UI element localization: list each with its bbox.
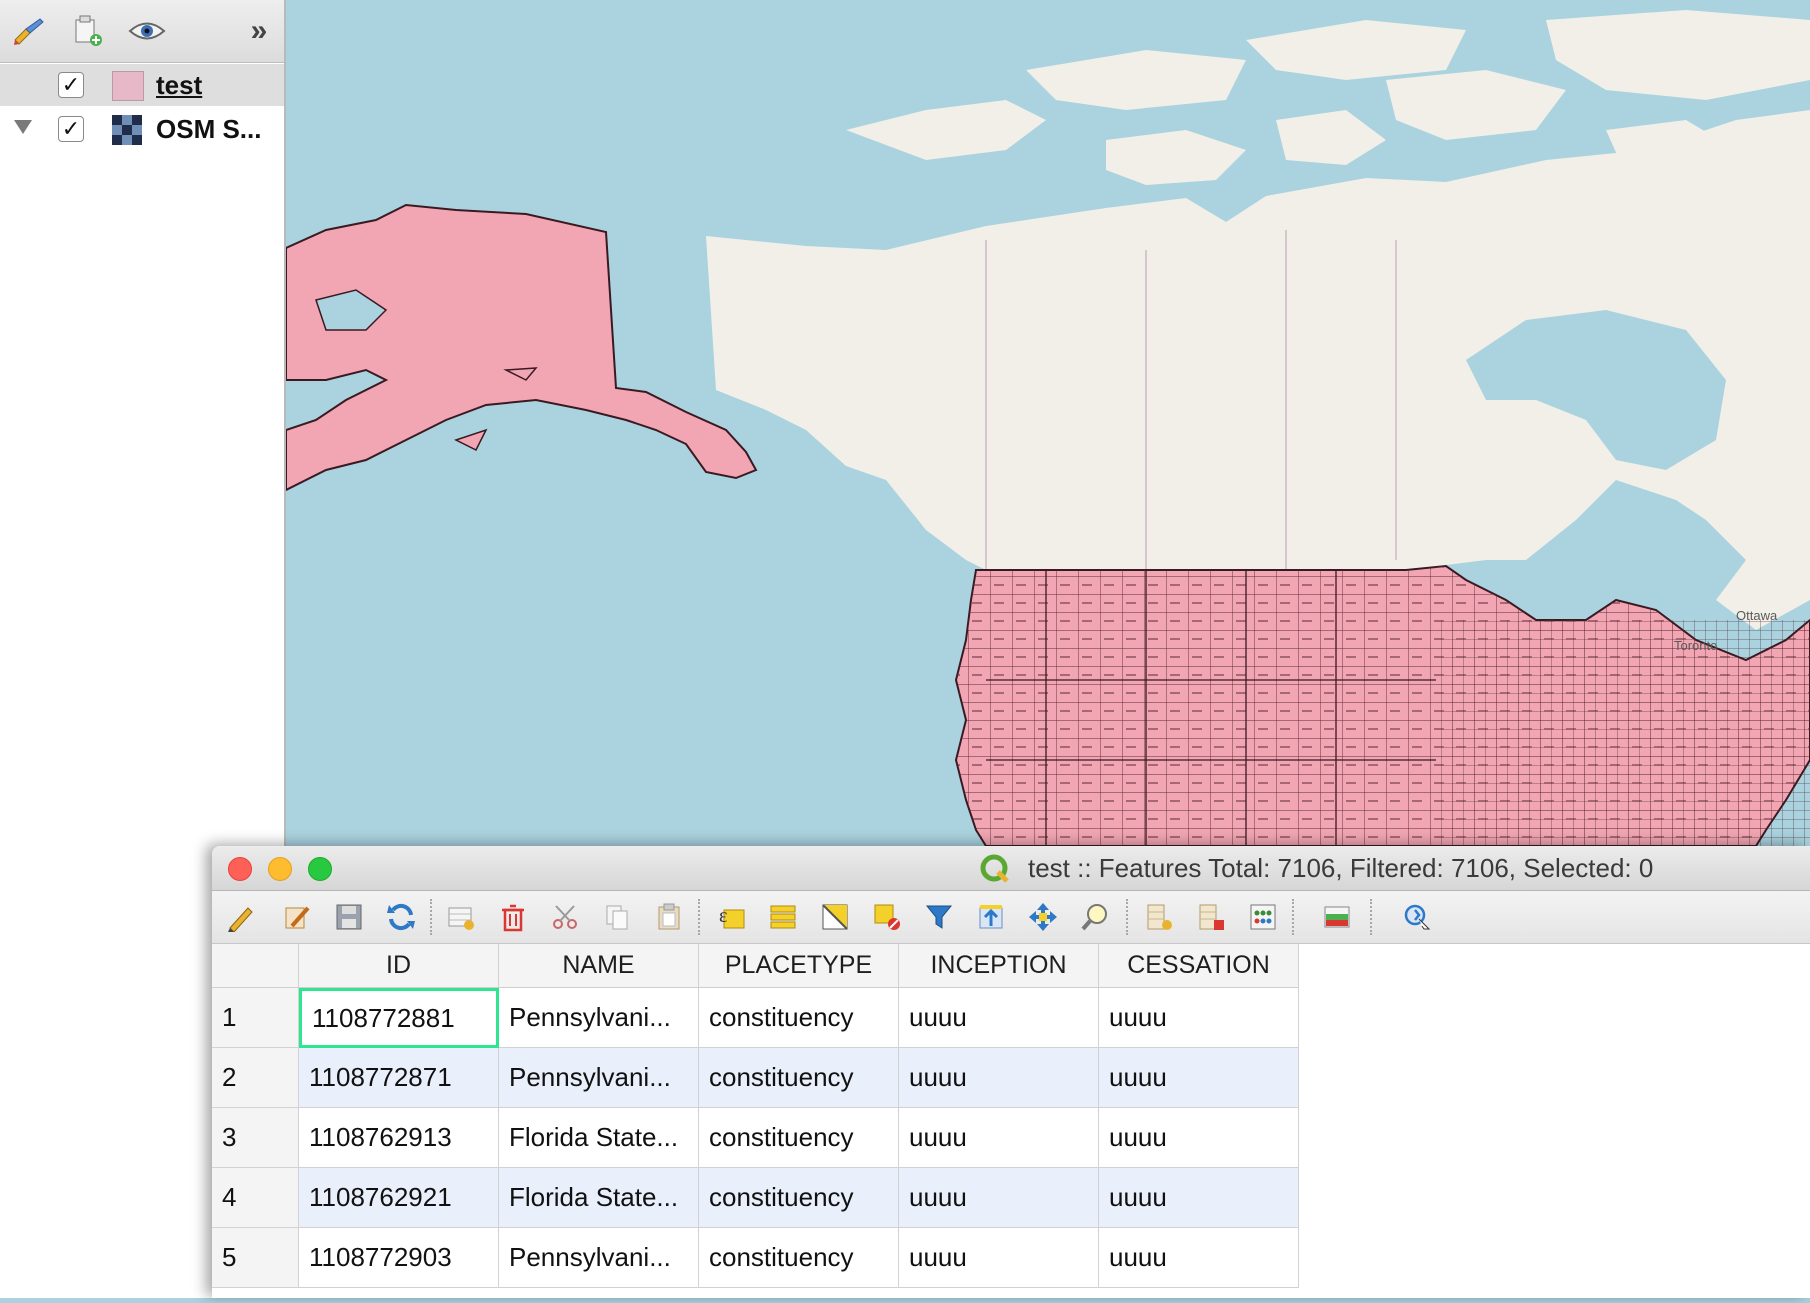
delete-feature-icon[interactable] [494,898,532,936]
row-number[interactable]: 2 [212,1048,299,1108]
table-cell[interactable]: constituency [699,1228,899,1288]
attribute-table-window: test :: Features Total: 7106, Filtered: … [212,846,1810,1298]
reload-icon[interactable] [382,898,420,936]
field-calculator-icon[interactable] [1244,898,1282,936]
column-header-placetype[interactable]: PLACETYPE [699,944,899,988]
table-cell[interactable]: constituency [699,988,899,1048]
expand-arrow-icon[interactable] [14,120,32,134]
table-cell[interactable]: Florida State... [499,1108,699,1168]
attribute-toolbar: ε [212,891,1810,944]
qgis-logo-icon [980,854,1010,889]
layer-row-osm[interactable]: ✓ OSM S... [0,108,284,150]
zoom-window-icon[interactable] [308,857,332,881]
table-cell[interactable]: Pennsylvani... [499,1228,699,1288]
layer-visibility-checkbox[interactable]: ✓ [58,72,84,98]
new-field-icon[interactable] [1140,898,1178,936]
table-cell[interactable]: uuuu [899,1108,1099,1168]
table-cell[interactable]: uuuu [1099,1168,1299,1228]
table-cell[interactable]: Pennsylvani... [499,1048,699,1108]
table-cell[interactable]: uuuu [1099,1048,1299,1108]
table-cell[interactable]: constituency [699,1108,899,1168]
column-header-inception[interactable]: INCEPTION [899,944,1099,988]
layer-visibility-checkbox[interactable]: ✓ [58,116,84,142]
deselect-all-icon[interactable] [868,898,906,936]
window-title: test :: Features Total: 7106, Filtered: … [1028,853,1654,883]
window-titlebar[interactable]: test :: Features Total: 7106, Filtered: … [212,846,1810,891]
table-cell[interactable]: uuuu [899,988,1099,1048]
filter-icon[interactable] [920,898,958,936]
table-cell[interactable]: uuuu [1099,1108,1299,1168]
table-cell[interactable]: uuuu [899,1168,1099,1228]
table-cell[interactable]: Florida State... [499,1168,699,1228]
map-label-ottawa: Ottawa [1736,608,1778,623]
copy-icon[interactable] [598,898,636,936]
pan-to-selected-icon[interactable] [1024,898,1062,936]
toolbar-separator [1292,899,1294,935]
corner-header[interactable] [212,944,299,988]
column-header-cessation[interactable]: CESSATION [1099,944,1299,988]
save-edits-icon[interactable] [330,898,368,936]
pink-polygon-swatch-icon [112,71,144,101]
paintbrush-icon[interactable] [10,12,48,50]
toolbar-separator [698,899,700,935]
conditional-formatting-icon[interactable] [1318,898,1356,936]
close-window-icon[interactable] [228,857,252,881]
toggle-editing-icon[interactable] [222,898,260,936]
table-cell[interactable]: Pennsylvani... [499,988,699,1048]
layer-name[interactable]: test [156,70,202,101]
more-tools-chevron-icon[interactable]: » [240,12,278,50]
toolbar-separator [430,899,432,935]
table-cell[interactable]: 1108762913 [299,1108,499,1168]
raster-tiles-icon [112,115,142,145]
column-header-name[interactable]: NAME [499,944,699,988]
layer-name[interactable]: OSM S... [156,114,261,145]
eye-icon[interactable] [128,12,166,50]
toolbar-separator [1370,899,1372,935]
invert-selection-icon[interactable] [816,898,854,936]
svg-text:ε: ε [719,905,727,927]
row-number[interactable]: 3 [212,1108,299,1168]
paste-icon[interactable] [650,898,688,936]
table-cell[interactable]: constituency [699,1048,899,1108]
toolbar-separator [1126,899,1128,935]
table-cell[interactable]: uuuu [899,1048,1099,1108]
move-selection-to-top-icon[interactable] [972,898,1010,936]
map-label-toronto: Toronto [1674,638,1717,653]
row-number[interactable]: 1 [212,988,299,1048]
table-cell[interactable]: 1108772881 [299,988,499,1048]
row-number[interactable]: 5 [212,1228,299,1288]
attribute-table[interactable]: ID NAME PLACETYPE INCEPTION CESSATION 1 … [212,944,1810,1298]
multi-edit-icon[interactable] [278,898,316,936]
layers-toolbar: » [0,0,284,63]
table-cell[interactable]: uuuu [899,1228,1099,1288]
add-feature-icon[interactable] [442,898,480,936]
actions-icon[interactable] [1398,898,1436,936]
column-header-id[interactable]: ID [299,944,499,988]
table-cell[interactable]: uuuu [1099,1228,1299,1288]
layer-row-test[interactable]: ✓ test [0,64,284,106]
table-cell[interactable]: uuuu [1099,988,1299,1048]
table-cell[interactable]: constituency [699,1168,899,1228]
delete-field-icon[interactable] [1192,898,1230,936]
select-by-expression-icon[interactable]: ε [712,898,750,936]
table-cell[interactable]: 1108772871 [299,1048,499,1108]
zoom-to-selected-icon[interactable] [1076,898,1114,936]
add-group-icon[interactable] [68,12,106,50]
cut-icon[interactable] [546,898,584,936]
select-all-icon[interactable] [764,898,802,936]
minimize-window-icon[interactable] [268,857,292,881]
row-number[interactable]: 4 [212,1168,299,1228]
table-cell[interactable]: 1108772903 [299,1228,499,1288]
table-cell[interactable]: 1108762921 [299,1168,499,1228]
